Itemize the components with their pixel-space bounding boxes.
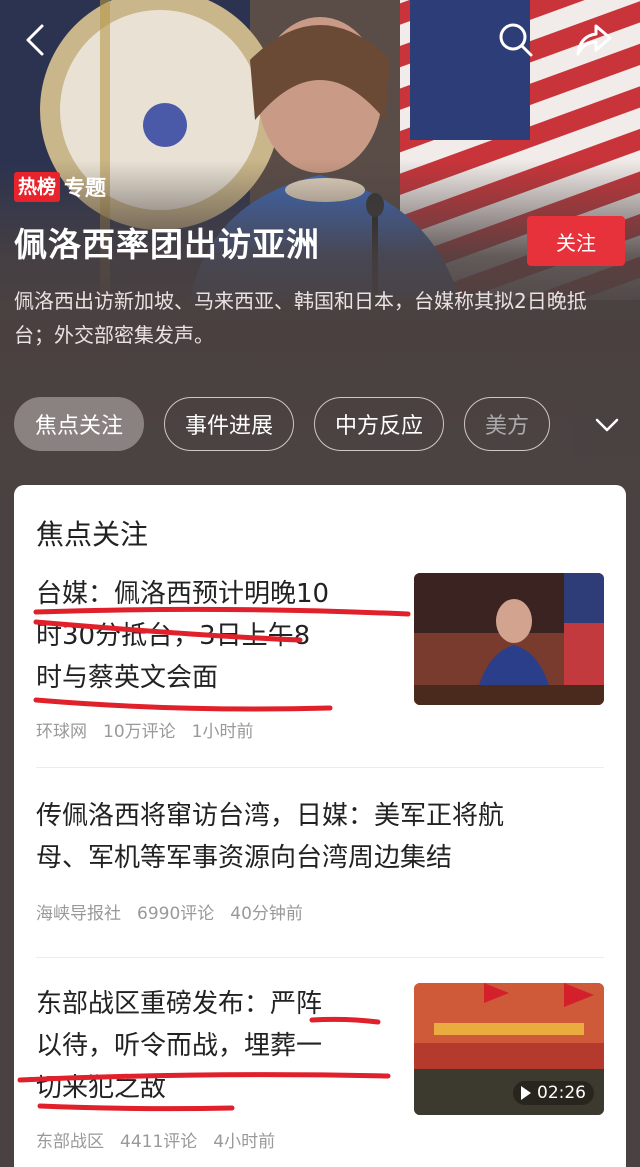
news-meta: 东部战区 4411评论 4小时前 bbox=[36, 1127, 291, 1152]
focus-card: 焦点关注 台媒：佩洛西预计明晚10 时30分抵台，3日上午8 时与蔡英文会面 环… bbox=[14, 485, 626, 1167]
news-thumbnail[interactable] bbox=[414, 573, 604, 705]
tab-progress[interactable]: 事件进展 bbox=[164, 397, 295, 451]
video-thumbnail[interactable]: 02:26 bbox=[414, 983, 604, 1115]
chevron-down-icon[interactable] bbox=[592, 410, 622, 440]
back-button[interactable] bbox=[18, 20, 54, 60]
tab-focus[interactable]: 焦点关注 bbox=[14, 397, 145, 451]
news-item[interactable]: 传佩洛西将窜访台湾，日媒：美军正将航 母、军机等军事资源向台湾周边集结 海峡导报… bbox=[14, 785, 626, 945]
share-button[interactable] bbox=[570, 18, 616, 62]
search-icon bbox=[499, 23, 533, 57]
topic-tag-row: 热榜 专题 bbox=[14, 172, 106, 202]
comment-count: 10万评论 bbox=[103, 722, 176, 742]
topic-description: 佩洛西出访新加坡、马来西亚、韩国和日本，台媒称其拟2日晚抵台；外交部密集发声。 bbox=[14, 289, 587, 347]
news-headline[interactable]: 传佩洛西将窜访台湾，日媒：美军正将航 母、军机等军事资源向台湾周边集结 bbox=[36, 795, 606, 879]
play-icon bbox=[521, 1086, 531, 1100]
comment-count: 6990评论 bbox=[137, 904, 215, 924]
news-meta: 海峡导报社 6990评论 40分钟前 bbox=[36, 899, 319, 924]
share-icon bbox=[576, 24, 612, 56]
search-button[interactable] bbox=[494, 18, 538, 62]
comment-count: 4411评论 bbox=[120, 1132, 198, 1152]
news-headline[interactable]: 台媒：佩洛西预计明晚10 时30分抵台，3日上午8 时与蔡英文会面 bbox=[36, 573, 406, 699]
news-headline[interactable]: 东部战区重磅发布：严阵 以待，听令而战，埋葬一 切来犯之敌 bbox=[36, 983, 406, 1109]
news-meta: 环球网 10万评论 1小时前 bbox=[36, 717, 269, 742]
back-arrow-icon bbox=[26, 24, 44, 56]
tab-china-response[interactable]: 中方反应 bbox=[314, 397, 445, 451]
topic-tabs: 焦点关注 事件进展 中方反应 美方 bbox=[14, 397, 640, 451]
publish-time: 1小时前 bbox=[191, 722, 254, 742]
section-title: 焦点关注 bbox=[36, 518, 149, 551]
news-source: 海峡导报社 bbox=[36, 904, 121, 924]
news-item[interactable]: 东部战区重磅发布：严阵 以待，听令而战，埋葬一 切来犯之敌 东部战区 4411评… bbox=[14, 975, 626, 1167]
publish-time: 4小时前 bbox=[213, 1132, 276, 1152]
news-source: 东部战区 bbox=[36, 1132, 104, 1152]
tab-us-side[interactable]: 美方 bbox=[464, 397, 551, 451]
hot-list-badge: 热榜 bbox=[14, 172, 61, 202]
news-item[interactable]: 台媒：佩洛西预计明晚10 时30分抵台，3日上午8 时与蔡英文会面 环球网 10… bbox=[14, 565, 626, 755]
video-duration: 02:26 bbox=[513, 1081, 594, 1105]
topic-tag: 专题 bbox=[64, 176, 107, 200]
follow-button[interactable]: 关注 bbox=[527, 216, 625, 266]
publish-time: 40分钟前 bbox=[230, 904, 303, 924]
topic-title: 佩洛西率团出访亚洲 bbox=[14, 225, 320, 264]
news-source: 环球网 bbox=[36, 722, 87, 742]
